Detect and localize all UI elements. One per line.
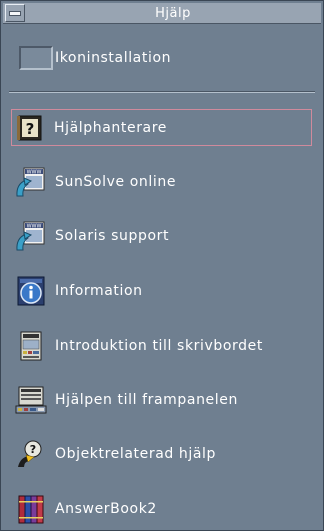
item-label: Hjälphanterare: [54, 119, 167, 136]
item-desktop-intro[interactable]: Introduktion till skrivbordet: [13, 327, 263, 364]
item-label: Solaris support: [55, 227, 170, 244]
item-label: Objektrelaterad hjälp: [55, 445, 217, 462]
help-manager-icon: ?: [12, 111, 48, 145]
item-label: Hjälpen till frampanelen: [55, 391, 238, 408]
item-label: Introduktion till skrivbordet: [55, 337, 263, 354]
item-answerbook2[interactable]: AnswerBook2: [13, 490, 157, 527]
item-sunsolve-online[interactable]: WWW SunSolve online: [13, 163, 176, 200]
item-on-item-help[interactable]: ? Objektrelaterad hjälp: [13, 435, 216, 472]
item-label: AnswerBook2: [55, 500, 157, 517]
svg-text:WWW: WWW: [27, 169, 42, 175]
install-label: Ikoninstallation: [55, 50, 172, 66]
desktop-intro-icon: [13, 329, 49, 363]
item-help-manager[interactable]: ? Hjälphanterare: [11, 109, 312, 146]
svg-text:?: ?: [26, 120, 35, 138]
item-label: SunSolve online: [55, 173, 177, 190]
title-bar[interactable]: Hjälp: [3, 3, 321, 24]
sunsolve-online-icon: WWW: [13, 165, 49, 199]
window-menu-button[interactable]: [5, 4, 25, 22]
item-label: Information: [55, 282, 143, 299]
svg-text:?: ?: [30, 443, 36, 456]
item-front-panel-help[interactable]: Hjälpen till frampanelen: [13, 381, 238, 418]
svg-text:WWW: WWW: [27, 223, 42, 229]
on-item-help-icon: ?: [13, 437, 49, 471]
item-solaris-support[interactable]: WWW Solaris support: [13, 217, 169, 254]
information-icon: [13, 274, 49, 308]
item-information[interactable]: Information: [13, 272, 143, 309]
window-menu-icon: [9, 10, 21, 16]
icon-install-zone[interactable]: Ikoninstallation: [19, 46, 171, 70]
answerbook-icon: [13, 492, 49, 526]
window-title: Hjälp: [155, 5, 191, 21]
front-panel-help-icon: [13, 383, 49, 417]
solaris-support-icon: WWW: [13, 219, 49, 253]
install-drop-target[interactable]: [19, 46, 53, 70]
help-subpanel: Hjälp Ikoninstallation ? Hjälphanterare …: [0, 0, 324, 531]
separator: [9, 91, 315, 93]
